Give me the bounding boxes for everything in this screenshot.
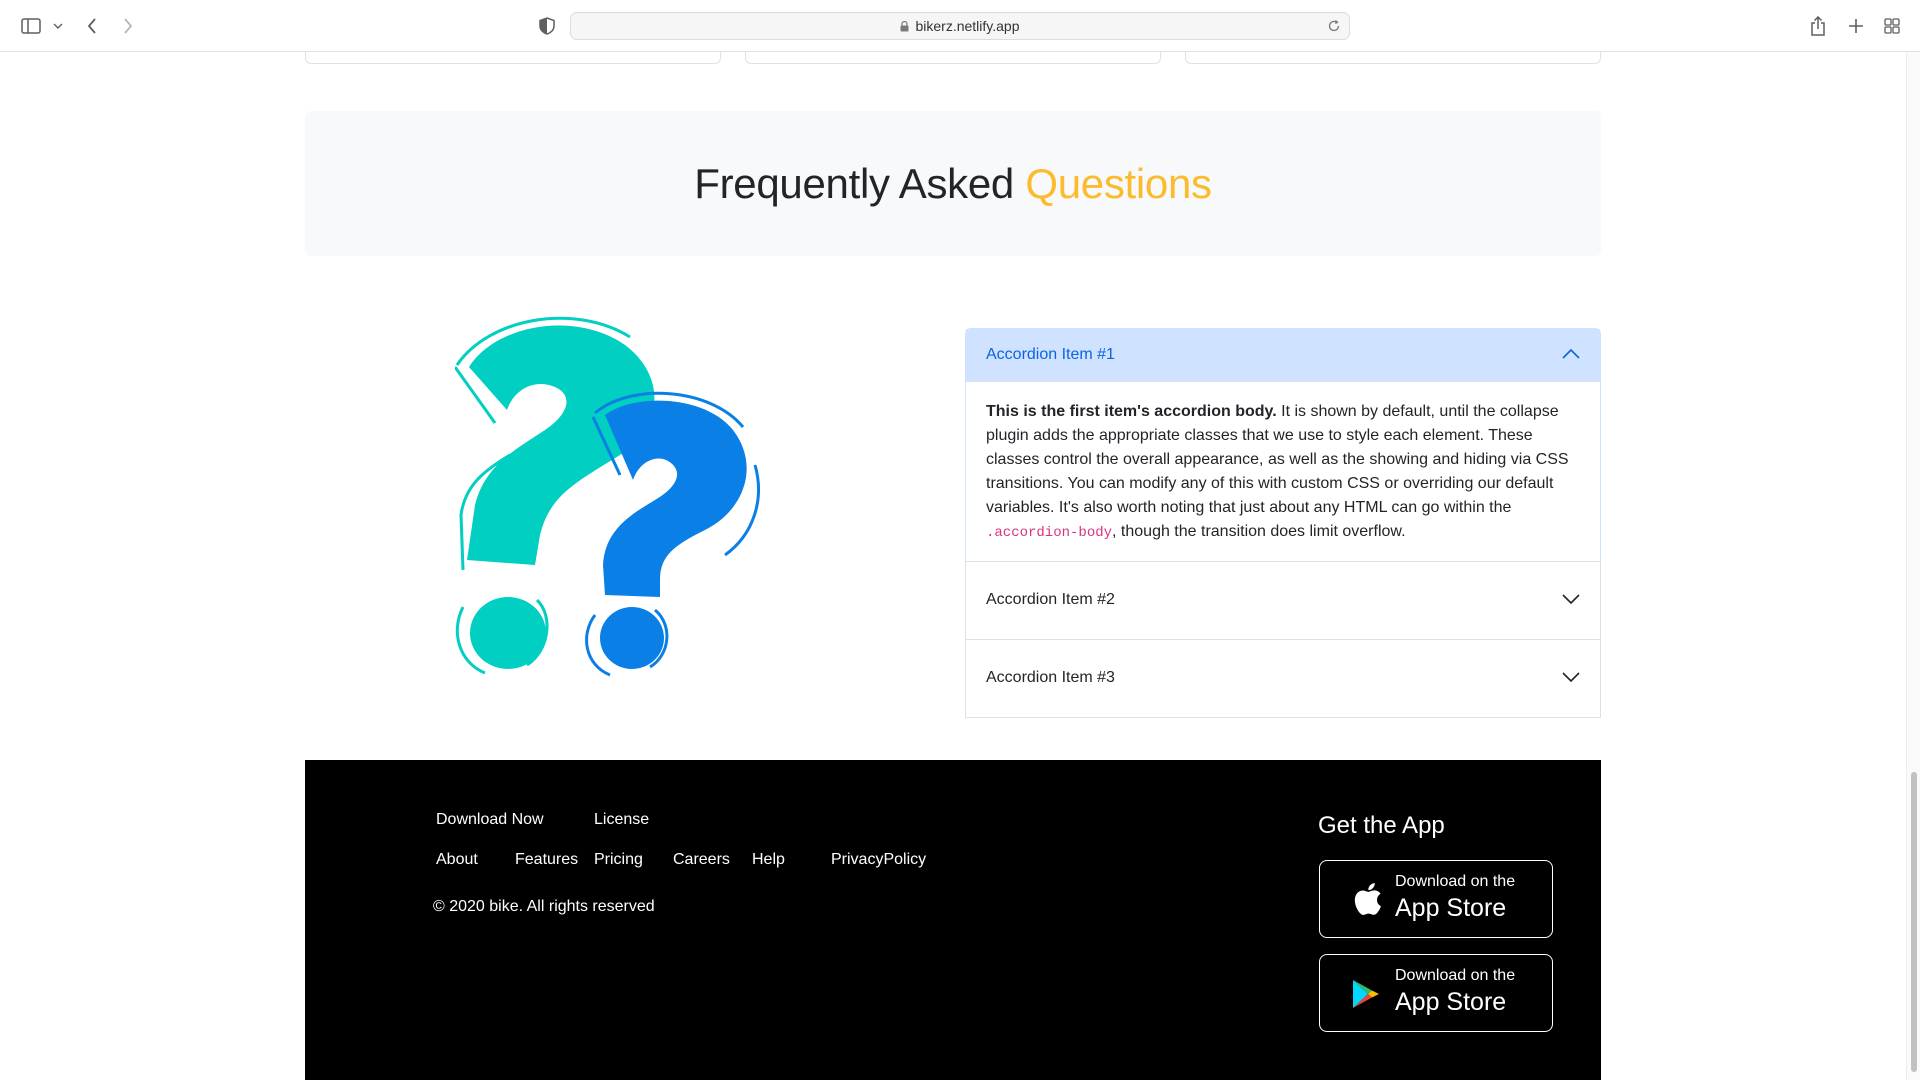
apple-icon [1354,883,1382,920]
share-icon[interactable] [1808,13,1828,39]
accordion-header-3[interactable]: Accordion Item #3 [966,640,1600,716]
google-play-button[interactable]: Download on the App Store [1319,954,1553,1032]
get-app-heading: Get the App [1318,812,1445,839]
accordion-label-3: Accordion Item #3 [986,669,1115,686]
chevron-down-icon [1562,591,1580,609]
accordion-body-bold: This is the first item's accordion body. [986,403,1277,420]
store-big-text: App Store [1395,988,1507,1016]
faq-title-accent: Questions [1025,159,1212,207]
accordion-body-code: .accordion-body [986,525,1113,541]
footer-link-download-now[interactable]: Download Now [436,811,544,829]
lock-icon [900,20,909,32]
accordion-label-1: Accordion Item #1 [986,346,1115,363]
footer-link-careers[interactable]: Careers [673,851,730,869]
footer-link-features[interactable]: Features [515,851,578,869]
address-bar[interactable]: bikerz.netlify.app [570,12,1350,40]
chevron-down-icon[interactable] [52,13,64,39]
browser-toolbar: bikerz.netlify.app [0,0,1920,52]
accordion-body-1: This is the first item's accordion body.… [966,382,1600,561]
chevron-down-icon [1562,669,1580,687]
accordion-item-1: Accordion Item #1 This is the first item… [965,328,1601,562]
faq-title-main: Frequently Asked [694,159,1026,207]
store-small-text: Download on the [1395,873,1516,890]
footer-link-about[interactable]: About [436,851,478,869]
site-footer: Download Now License About Features Pric… [305,760,1601,1080]
footer-link-help[interactable]: Help [752,851,785,869]
footer-link-privacy-policy[interactable]: PrivacyPolicy [831,851,926,869]
question-marks-illustration [453,315,805,695]
reload-icon[interactable] [1327,19,1341,36]
privacy-shield-icon[interactable] [537,13,557,39]
faq-accordion: Accordion Item #1 This is the first item… [965,328,1601,718]
store-big-text: App Store [1395,894,1507,922]
app-store-button[interactable]: Download on the App Store [1319,860,1553,938]
card-bottom-edge [745,52,1161,64]
accordion-item-3: Accordion Item #3 [965,640,1601,718]
sidebar-toggle-icon[interactable] [20,13,42,39]
google-play-icon [1352,979,1380,1014]
copyright-text: © 2020 bike. All rights reserved [433,898,655,915]
url-text: bikerz.netlify.app [915,18,1020,34]
forward-icon[interactable] [120,13,136,39]
card-bottom-edge [1185,52,1601,64]
accordion-label-2: Accordion Item #2 [986,591,1115,608]
tab-overview-icon[interactable] [1882,13,1902,39]
page-scrollbar[interactable] [1906,52,1920,1080]
scrollbar-thumb[interactable] [1911,772,1917,1072]
store-small-text: Download on the [1395,967,1516,984]
faq-title: Frequently Asked Questions [694,160,1212,208]
footer-link-pricing[interactable]: Pricing [594,851,643,869]
accordion-body-tail: , though the transition does limit overf… [1112,523,1406,540]
accordion-header-2[interactable]: Accordion Item #2 [966,562,1600,638]
accordion-header-1[interactable]: Accordion Item #1 [966,329,1600,382]
accordion-item-2: Accordion Item #2 [965,562,1601,640]
new-tab-icon[interactable] [1846,13,1866,39]
footer-link-license[interactable]: License [594,811,649,829]
card-bottom-edge [305,52,721,64]
back-icon[interactable] [84,13,100,39]
chevron-up-icon [1562,346,1580,364]
faq-header: Frequently Asked Questions [305,111,1601,256]
